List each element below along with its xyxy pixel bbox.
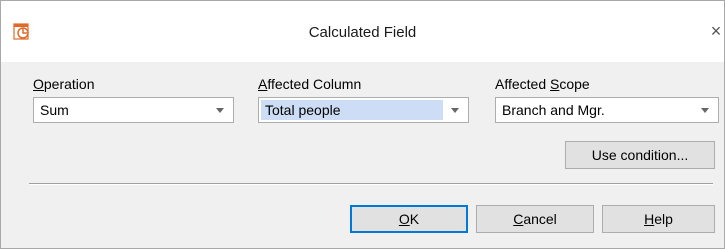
affected-scope-label: Affected Scope (495, 76, 590, 92)
cancel-button[interactable]: Cancel (476, 205, 594, 233)
divider (29, 183, 713, 185)
dialog-title: Calculated Field (308, 24, 417, 41)
affected-column-value: Total people (265, 102, 341, 118)
operation-dropdown[interactable]: Sum (33, 97, 234, 123)
chevron-down-icon (451, 108, 459, 113)
affected-column-dropdown[interactable]: Total people (258, 97, 469, 123)
chevron-down-icon (701, 108, 709, 113)
calculated-field-dialog: Calculated Field × Operation Sum Affecte… (0, 0, 725, 249)
chevron-down-icon (216, 108, 224, 113)
affected-scope-dropdown[interactable]: Branch and Mgr. (495, 97, 719, 123)
ok-button[interactable]: OK (350, 205, 468, 233)
affected-column-label: Affected Column (258, 76, 362, 92)
close-icon[interactable]: × (706, 20, 725, 42)
affected-scope-value: Branch and Mgr. (502, 102, 605, 118)
operation-value: Sum (40, 102, 69, 118)
title-bar: Calculated Field × (1, 1, 724, 62)
use-condition-button[interactable]: Use condition... (565, 141, 715, 169)
operation-label: Operation (33, 76, 95, 92)
help-button[interactable]: Help (602, 205, 715, 233)
